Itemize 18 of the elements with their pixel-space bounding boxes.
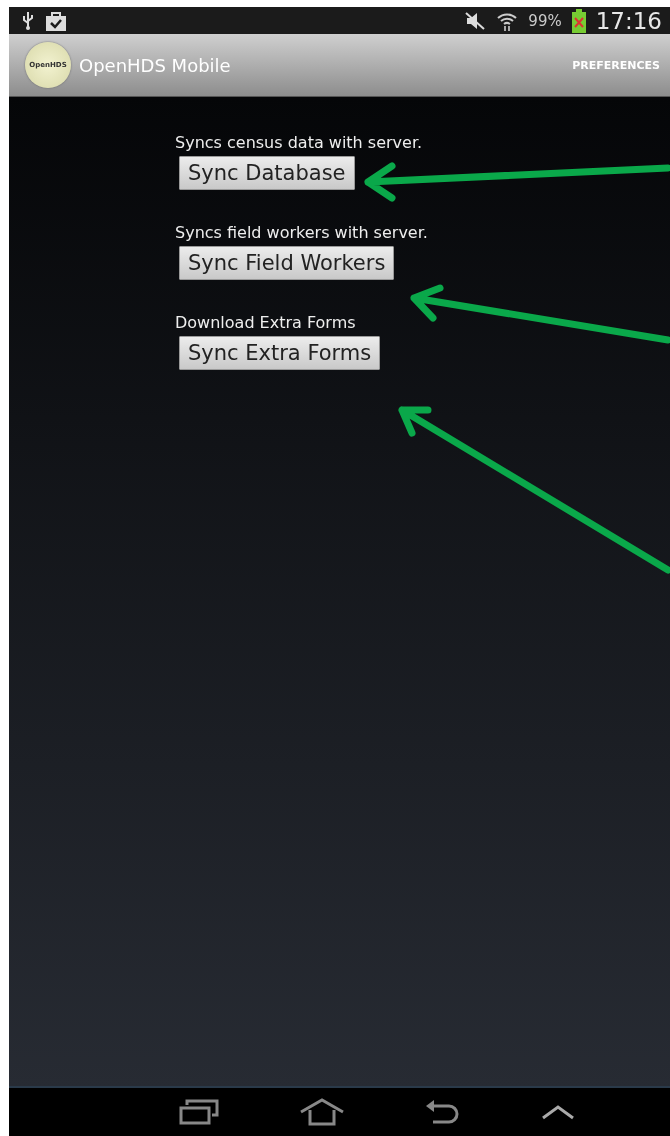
clock-time: 17:16 <box>595 7 662 34</box>
section-description: Syncs census data with server. <box>175 133 423 152</box>
section-description: Download Extra Forms <box>175 313 356 332</box>
sync-button[interactable]: Sync Database <box>179 156 355 190</box>
back-icon[interactable] <box>425 1099 461 1125</box>
home-icon[interactable] <box>299 1098 345 1126</box>
shopping-bag-check-icon <box>45 10 67 31</box>
mute-icon <box>464 10 487 31</box>
sync-button[interactable]: Sync Extra Forms <box>179 336 381 370</box>
battery-percentage: 99% <box>528 11 562 30</box>
caret-up-icon[interactable] <box>541 1104 575 1120</box>
app-title: OpenHDS Mobile <box>79 54 232 76</box>
section-description: Syncs field workers with server. <box>175 223 428 242</box>
sync-button[interactable]: Sync Field Workers <box>179 246 395 280</box>
recent-apps-icon[interactable] <box>179 1099 219 1125</box>
wifi-icon <box>496 10 519 31</box>
battery-icon <box>571 8 586 33</box>
usb-icon <box>21 10 35 31</box>
